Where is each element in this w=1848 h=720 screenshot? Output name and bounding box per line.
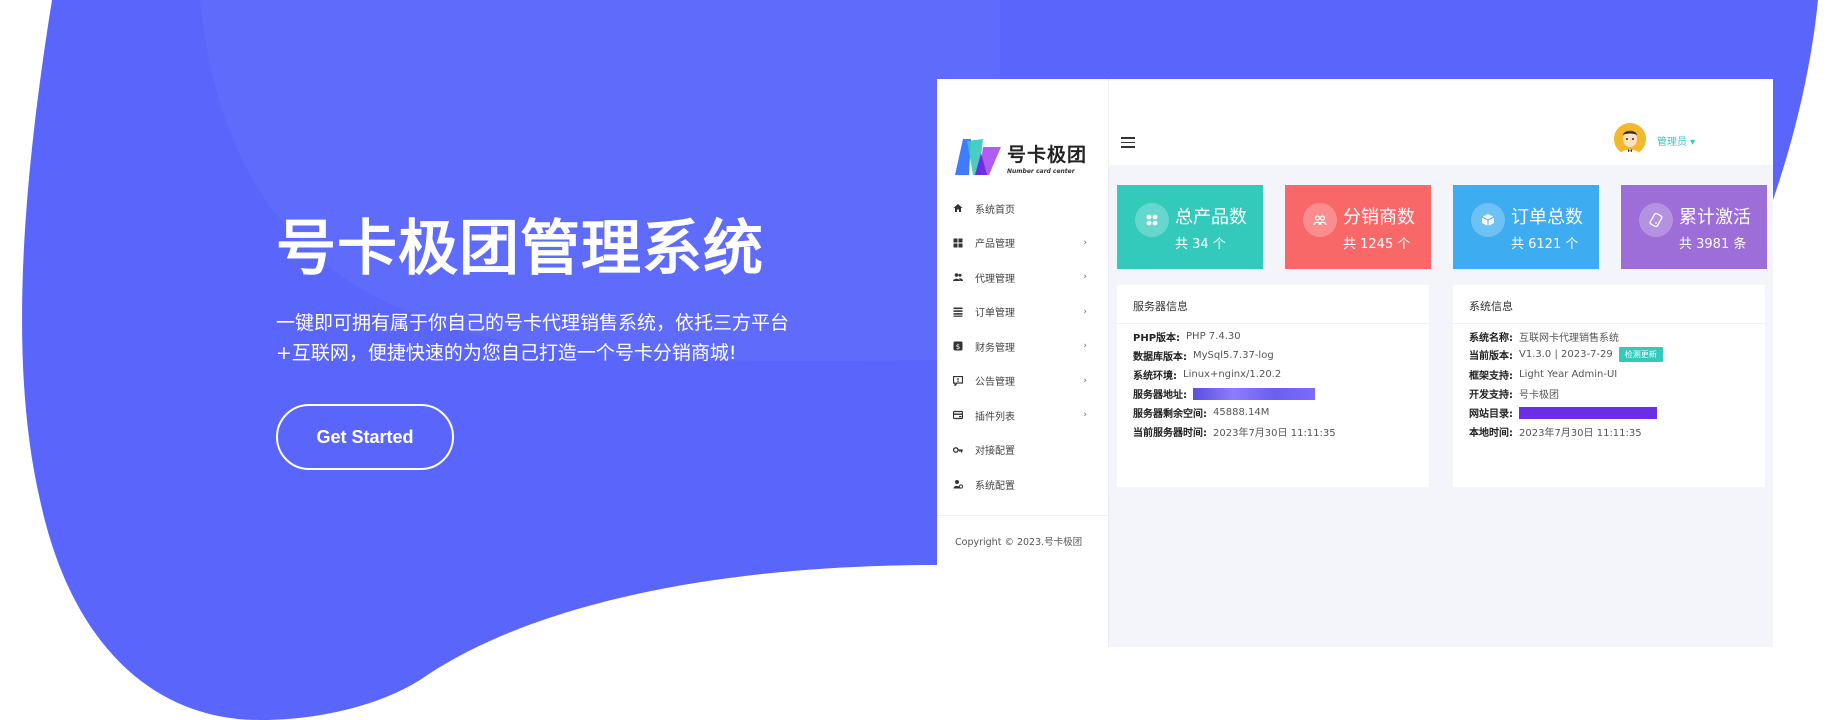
get-started-button[interactable]: Get Started xyxy=(276,404,454,470)
sidebar-item-label: 插件列表 xyxy=(975,411,1015,423)
sidebar-item-label: 对接配置 xyxy=(975,446,1015,458)
stat-card-orders: 订单总数 共 6121 个 xyxy=(1453,185,1599,269)
logo-text: 号卡极团 xyxy=(1007,143,1088,166)
sidebar-item-label: 订单管理 xyxy=(975,308,1015,320)
stat-title: 总产品数 xyxy=(1175,207,1247,228)
stat-title: 分销商数 xyxy=(1343,207,1415,228)
distributor-icon xyxy=(1303,203,1337,237)
info-row-server-time: 当前服务器时间: 2023年7月30日 11:11:35 xyxy=(1133,428,1336,439)
product-icon xyxy=(1135,203,1169,237)
key-icon xyxy=(953,446,963,453)
hero-title: 号卡极团管理系统 xyxy=(276,214,764,284)
panel-title: 服务器信息 xyxy=(1133,300,1188,313)
chevron-right-icon: › xyxy=(1083,375,1087,386)
info-row-developer: 开发支持: 号卡极团 xyxy=(1469,390,1559,401)
sidebar-item-label: 系统配置 xyxy=(975,480,1015,492)
stat-title: 订单总数 xyxy=(1511,207,1583,228)
info-row-local-time: 本地时间: 2023年7月30日 11:11:35 xyxy=(1469,428,1642,439)
stat-card-products: 总产品数 共 34 个 xyxy=(1117,185,1263,269)
logo[interactable]: 号卡极团 Number card center xyxy=(953,137,1087,177)
chevron-right-icon: › xyxy=(1083,272,1087,282)
info-row-disk-space: 服务器剩余空间: 45888.14M xyxy=(1133,407,1270,420)
activation-icon xyxy=(1639,203,1673,237)
copyright-text: Copyright © 2023.号卡极团 xyxy=(955,537,1083,548)
stat-title: 累计激活 xyxy=(1679,207,1751,228)
sidebar-menu: 系统首页 产品管理 › 代理管理 › 订单管理 › $ 财务管理 › 公告管理 … xyxy=(937,191,1109,502)
panel-title: 系统信息 xyxy=(1469,300,1513,313)
divider xyxy=(1117,323,1429,324)
sidebar-item-home[interactable]: 系统首页 xyxy=(937,191,1109,226)
users-icon xyxy=(953,273,963,282)
redacted-value xyxy=(1519,406,1657,419)
chevron-right-icon: › xyxy=(1083,306,1087,317)
info-row-system-name: 系统名称: 互联网卡代理销售系统 xyxy=(1469,333,1619,344)
order-icon xyxy=(1471,203,1505,237)
stat-count: 共 3981 条 xyxy=(1679,237,1747,252)
stat-card-distributors: 分销商数 共 1245 个 xyxy=(1285,185,1431,269)
home-icon xyxy=(953,204,963,213)
dollar-icon: $ xyxy=(953,341,963,351)
topbar: 管理员 ▾ xyxy=(1109,123,1773,165)
sidebar-item-integration[interactable]: 对接配置 xyxy=(937,433,1109,468)
sidebar-item-label: 代理管理 xyxy=(975,273,1015,285)
info-row-version: 当前版本: V1.3.0 | 2023-7-29 检测更新 xyxy=(1469,347,1663,362)
logo-mark-icon xyxy=(953,137,1003,177)
admin-user-dropdown[interactable]: 管理员 ▾ xyxy=(1657,133,1695,148)
sidebar-item-settings[interactable]: 系统配置 xyxy=(937,467,1109,502)
info-row-framework: 框架支持: Light Year Admin-UI xyxy=(1469,369,1618,382)
sidebar-item-label: 财务管理 xyxy=(975,342,1015,354)
hamburger-menu-icon[interactable] xyxy=(1121,137,1135,148)
info-row-site-directory: 网站目录: xyxy=(1469,405,1657,420)
sidebar-item-label: 产品管理 xyxy=(975,239,1015,251)
sidebar-item-agents[interactable]: 代理管理 › xyxy=(937,260,1109,295)
server-info-panel: 服务器信息 PHP版本: PHP 7.4.30 数据库版本: MySql5.7.37… xyxy=(1117,285,1429,487)
svg-text:$: $ xyxy=(956,343,960,351)
sidebar-item-label: 公告管理 xyxy=(975,377,1015,389)
sidebar-item-orders[interactable]: 订单管理 › xyxy=(937,295,1109,330)
stat-count: 共 34 个 xyxy=(1175,237,1226,252)
user-avatar-icon xyxy=(1614,123,1646,155)
divider xyxy=(1453,323,1765,324)
admin-screenshot: 号卡极团 Number card center 系统首页 产品管理 › 代理管理 xyxy=(937,79,1773,647)
stat-count: 共 1245 个 xyxy=(1343,237,1411,252)
info-row-php: PHP版本: PHP 7.4.30 xyxy=(1133,331,1241,344)
check-update-button[interactable]: 检测更新 xyxy=(1618,347,1663,362)
grid-icon xyxy=(953,238,963,248)
chevron-right-icon: › xyxy=(1083,410,1087,420)
avatar[interactable] xyxy=(1614,123,1646,155)
info-row-server-address: 服务器地址: xyxy=(1133,386,1315,401)
plugin-icon xyxy=(953,411,963,420)
redacted-value xyxy=(1193,387,1315,400)
divider xyxy=(937,515,1109,516)
chevron-right-icon: › xyxy=(1083,341,1087,351)
sidebar-item-announcements[interactable]: 公告管理 › xyxy=(937,364,1109,399)
sidebar-item-finance[interactable]: $ 财务管理 › xyxy=(937,329,1109,364)
info-row-database: 数据库版本: MySql5.7.37-log xyxy=(1133,350,1274,363)
announce-icon xyxy=(953,375,963,386)
settings-icon xyxy=(953,480,963,489)
system-info-panel: 系统信息 系统名称: 互联网卡代理销售系统 当前版本: V1.3.0 | 2023-… xyxy=(1453,285,1765,487)
sidebar-item-products[interactable]: 产品管理 › xyxy=(937,226,1109,261)
logo-subtext: Number card center xyxy=(1007,167,1075,175)
landing-stage: 号卡极团管理系统 一键即可拥有属于你自己的号卡代理销售系统，依托三方平台+互联网… xyxy=(0,0,1848,720)
chevron-right-icon: › xyxy=(1083,237,1087,248)
stat-count: 共 6121 个 xyxy=(1511,237,1579,252)
stat-card-activations: 累计激活 共 3981 条 xyxy=(1621,185,1767,269)
sidebar-item-label: 系统首页 xyxy=(975,204,1015,216)
dashboard-content: 总产品数 共 34 个 分销商数 共 1245 个 订单总数 共 6121 个 xyxy=(1109,165,1773,647)
sidebar: 号卡极团 Number card center 系统首页 产品管理 › 代理管理 xyxy=(937,79,1109,647)
info-row-environment: 系统环境: Linux+nginx/1.20.2 xyxy=(1133,369,1282,382)
hero-subtitle: 一键即可拥有属于你自己的号卡代理销售系统，依托三方平台+互联网，便捷快速的为您自… xyxy=(276,312,790,364)
list-icon xyxy=(953,307,963,317)
sidebar-item-plugins[interactable]: 插件列表 › xyxy=(937,398,1109,433)
